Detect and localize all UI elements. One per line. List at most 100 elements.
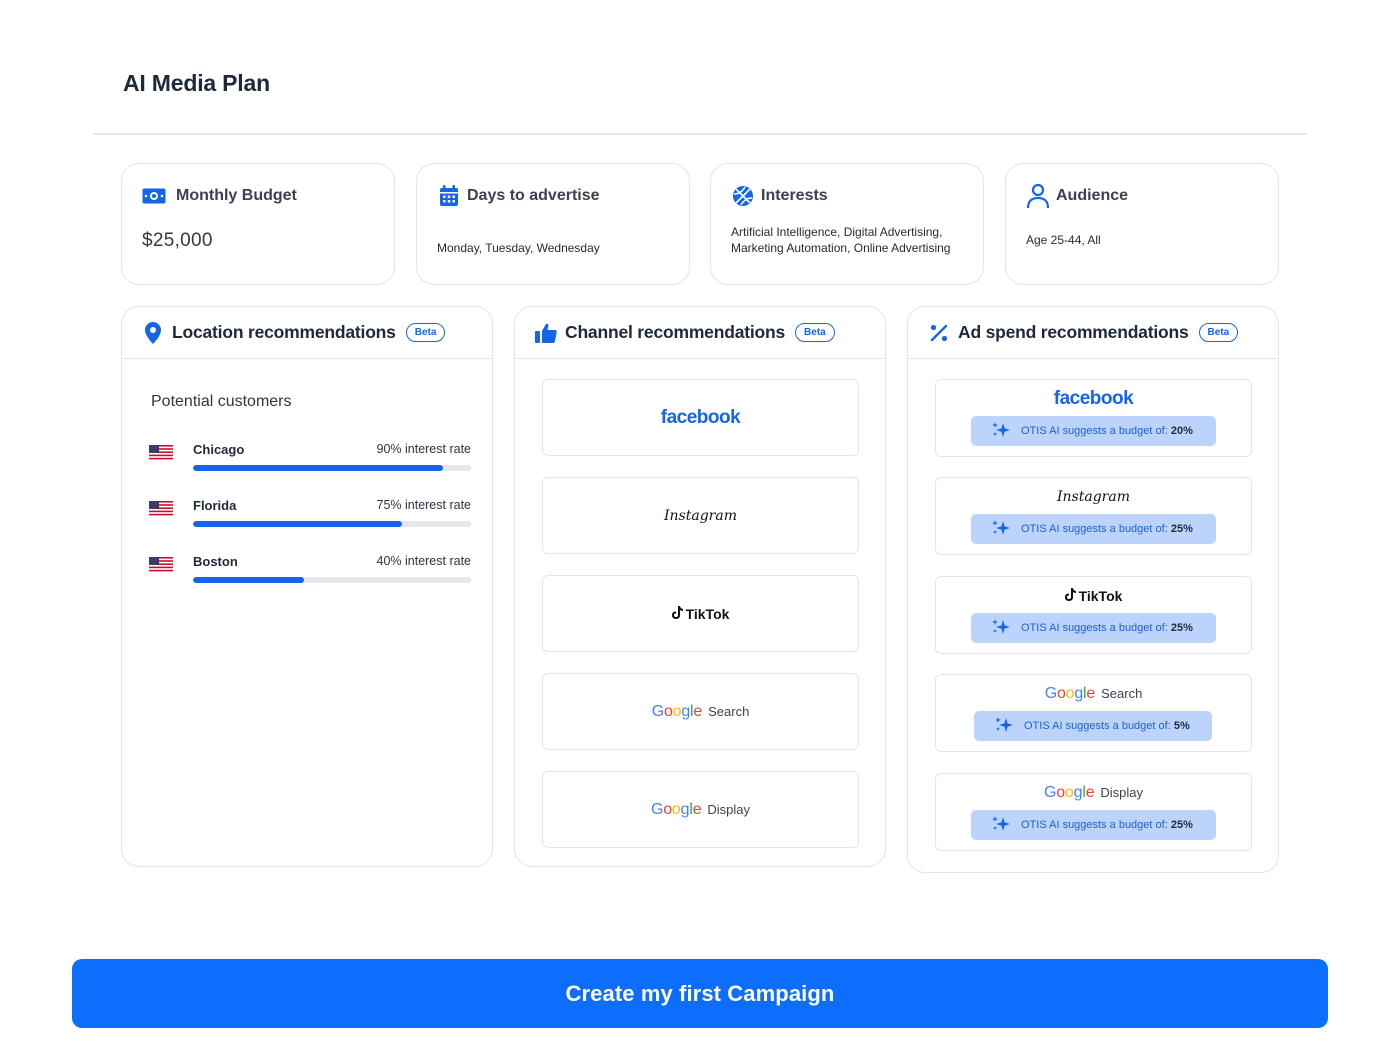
monthly-budget-label: Monthly Budget — [176, 187, 297, 204]
audience-value: Age 25-44, All — [1026, 233, 1101, 247]
interest-rate-fill — [193, 521, 402, 527]
adspend-option[interactable]: TikTok OTIS AI suggests a budget of: 25% — [935, 576, 1252, 654]
location-name: Boston — [193, 554, 238, 569]
google-letter: e — [1086, 685, 1096, 702]
suggestion-text: OTIS AI suggests a budget of: 25% — [1021, 523, 1193, 535]
interest-rate-label: 75% interest rate — [376, 498, 472, 512]
suggestion-prefix: OTIS AI suggests a budget of: — [1021, 622, 1168, 634]
suggestion-prefix: OTIS AI suggests a budget of: — [1021, 819, 1168, 831]
budget-suggestion: OTIS AI suggests a budget of: 25% — [971, 514, 1216, 544]
google-product-label: Display — [1100, 785, 1144, 800]
channel-option[interactable]: Google Search — [542, 673, 859, 750]
tiktok-note-icon — [1064, 588, 1076, 604]
location-pin-icon — [142, 321, 164, 344]
budget-suggestion: OTIS AI suggests a budget of: 5% — [974, 711, 1212, 741]
beta-badge: Beta — [1198, 323, 1239, 342]
adspend-option[interactable]: Google Search OTIS AI suggests a budget of… — [935, 674, 1252, 752]
budget-suggestion: OTIS AI suggests a budget of: 20% — [971, 416, 1216, 446]
location-name: Chicago — [193, 442, 245, 457]
percent-icon — [928, 322, 950, 344]
sparkle-icon — [994, 716, 1014, 736]
suggestion-prefix: OTIS AI suggests a budget of: — [1021, 425, 1168, 437]
google-letter: o — [663, 702, 673, 720]
location-row: Boston 40% interest rate — [149, 553, 471, 587]
google-letter: G — [650, 800, 664, 818]
channel-option[interactable]: facebook — [542, 379, 859, 456]
suggested-percent: 25% — [1170, 622, 1193, 634]
google-letter: g — [1074, 685, 1084, 702]
facebook-logo: facebook — [1053, 388, 1134, 409]
channel-option[interactable]: Instagram — [542, 477, 859, 554]
days-label: Days to advertise — [467, 187, 600, 204]
channel-option[interactable]: TikTok — [542, 575, 859, 652]
suggested-percent: 20% — [1170, 425, 1193, 437]
google-letter: o — [1056, 784, 1065, 801]
budget-suggestion: OTIS AI suggests a budget of: 25% — [971, 810, 1216, 840]
suggestion-text: OTIS AI suggests a budget of: 25% — [1021, 819, 1193, 831]
google-letter: o — [671, 800, 681, 818]
money-icon — [142, 184, 166, 208]
tiktok-wordmark: TikTok — [685, 605, 730, 622]
interest-rate-fill — [193, 465, 444, 471]
tiktok-logo: TikTok — [1064, 588, 1122, 604]
location-row: Chicago 90% interest rate — [149, 441, 471, 475]
sparkle-icon — [991, 618, 1011, 638]
location-title: Location recommendations — [172, 322, 396, 342]
google-display-logo: Google Display — [651, 801, 750, 819]
audience-label: Audience — [1056, 187, 1129, 204]
location-name: Florida — [193, 498, 237, 513]
audience-card: Audience Age 25-44, All — [1005, 163, 1279, 285]
create-campaign-button[interactable]: Create my first Campaign — [72, 959, 1328, 1028]
google-letter: e — [693, 702, 703, 720]
budget-suggestion: OTIS AI suggests a budget of: 25% — [971, 613, 1216, 643]
tiktok-note-icon — [671, 605, 683, 622]
adspend-option[interactable]: Instagram OTIS AI suggests a budget of: 2… — [935, 477, 1252, 555]
interest-rate-fill — [193, 577, 305, 583]
google-letter: e — [1085, 784, 1095, 801]
us-flag-icon — [149, 445, 173, 461]
beta-badge: Beta — [405, 323, 446, 342]
suggestion-text: OTIS AI suggests a budget of: 5% — [1024, 720, 1190, 732]
location-row: Florida 75% interest rate — [149, 497, 471, 531]
days-card: Days to advertise Monday, Tuesday, Wedne… — [416, 163, 690, 285]
google-product-label: Search — [708, 703, 750, 719]
google-wordmark: Google — [651, 702, 703, 721]
facebook-logo: facebook — [660, 406, 741, 428]
adspend-logo-wrap: facebook — [936, 388, 1251, 410]
google-wordmark: Google — [1043, 784, 1095, 802]
google-letter: G — [1044, 685, 1057, 702]
adspend-option[interactable]: Google Display OTIS AI suggests a budget o… — [935, 773, 1252, 851]
google-product-label: Search — [1101, 686, 1143, 701]
sparkle-icon — [991, 815, 1011, 835]
suggestion-text: OTIS AI suggests a budget of: 20% — [1021, 425, 1193, 437]
suggested-percent: 5% — [1173, 720, 1190, 732]
page-title: AI Media Plan — [123, 70, 270, 96]
interest-rate-bar — [193, 465, 471, 471]
suggestion-prefix: OTIS AI suggests a budget of: — [1024, 720, 1171, 732]
us-flag-icon — [149, 557, 173, 573]
beta-badge: Beta — [795, 323, 835, 342]
potential-customers-title: Potential customers — [151, 393, 292, 410]
suggestion-prefix: OTIS AI suggests a budget of: — [1021, 523, 1168, 535]
adspend-logo-wrap: TikTok — [936, 585, 1251, 607]
google-letter: G — [1043, 784, 1057, 801]
adspend-recommendations-card: Ad spend recommendations Beta facebook OT… — [907, 306, 1279, 873]
monthly-budget-value: $25,000 — [142, 230, 213, 251]
adspend-option[interactable]: facebook OTIS AI suggests a budget of: 20… — [935, 379, 1252, 457]
google-search-logo: Google Search — [1045, 685, 1143, 703]
channel-title: Channel recommendations — [565, 322, 786, 342]
calendar-icon — [437, 184, 461, 208]
google-letter: G — [651, 702, 664, 720]
interest-rate-label: 40% interest rate — [376, 554, 472, 568]
monthly-budget-card: Monthly Budget $25,000 — [121, 163, 395, 285]
user-icon — [1026, 183, 1050, 209]
google-display-logo: Google Display — [1044, 784, 1143, 802]
channel-option[interactable]: Google Display — [542, 771, 859, 848]
interest-rate-bar — [193, 577, 471, 583]
google-letter: o — [1064, 784, 1074, 801]
header-divider — [93, 133, 1307, 135]
interests-label: Interests — [761, 187, 828, 204]
interests-card: Interests Artificial Intelligence, Digit… — [710, 163, 984, 285]
suggestion-text: OTIS AI suggests a budget of: 25% — [1021, 622, 1193, 634]
adspend-title: Ad spend recommendations — [958, 322, 1189, 342]
